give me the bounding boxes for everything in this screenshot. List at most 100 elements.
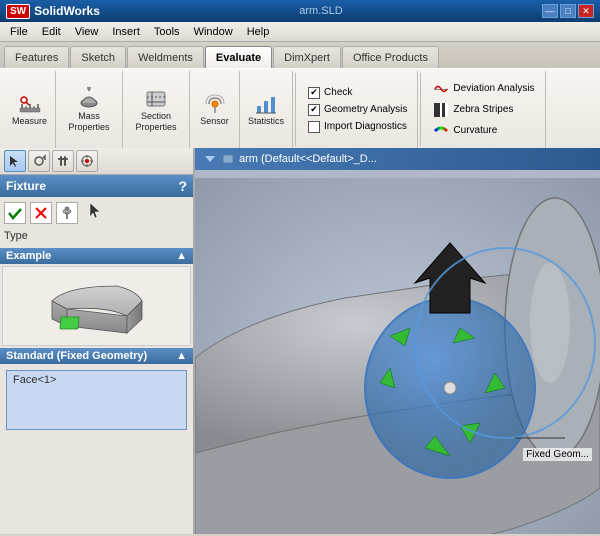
- deviation-label: Deviation Analysis: [453, 83, 534, 94]
- minimize-btn[interactable]: —: [542, 4, 558, 18]
- mass-properties-icon: [77, 87, 101, 111]
- standard-collapse-icon: ▲: [176, 350, 187, 362]
- menu-help[interactable]: Help: [241, 24, 276, 40]
- maximize-btn[interactable]: □: [560, 4, 576, 18]
- mass-properties-button[interactable]: Mass Properties: [60, 85, 118, 135]
- toolbar-strip: [0, 148, 193, 175]
- ribbon-group-sensor: Sensor: [190, 71, 240, 148]
- deviation-icon: [433, 81, 449, 97]
- import-diagnostics-button[interactable]: Import Diagnostics: [304, 119, 411, 135]
- tree-header: arm (Default<<Default>_D...: [195, 148, 600, 170]
- pan-tool[interactable]: [52, 150, 74, 172]
- viewport-svg: [195, 170, 600, 534]
- ribbon-group-buttons-measure: Measure: [8, 73, 51, 146]
- fixture-panel-header: Fixture ?: [0, 175, 193, 197]
- fixture-title: Fixture: [6, 179, 46, 193]
- fixture-help-btn[interactable]: ?: [178, 178, 187, 194]
- menu-file[interactable]: File: [4, 24, 34, 40]
- cancel-button[interactable]: [30, 202, 52, 224]
- import-checkbox: [308, 121, 320, 133]
- deviation-analysis-button[interactable]: Deviation Analysis: [429, 79, 538, 99]
- menu-bar: File Edit View Insert Tools Window Help: [0, 22, 600, 42]
- ok-button[interactable]: [4, 202, 26, 224]
- example-content: [2, 266, 191, 346]
- example-collapse-icon: ▲: [176, 250, 187, 262]
- viewport-3d[interactable]: Fixed Geom...: [195, 170, 600, 534]
- mass-properties-label: Mass Properties: [64, 111, 114, 133]
- cursor-indicator: [86, 201, 106, 224]
- target-tool[interactable]: [76, 150, 98, 172]
- menu-insert[interactable]: Insert: [106, 24, 146, 40]
- geometry-label: Geometry Analysis: [324, 104, 407, 115]
- rotate-tool[interactable]: [28, 150, 50, 172]
- face-item-1[interactable]: Face<1>: [11, 373, 182, 387]
- app-name: SolidWorks: [34, 4, 100, 18]
- tab-office-products[interactable]: Office Products: [342, 46, 439, 68]
- fixture-body: Type: [0, 197, 193, 248]
- type-label: Type: [4, 228, 189, 244]
- menu-view[interactable]: View: [69, 24, 105, 40]
- tree-item-label: arm (Default<<Default>_D...: [239, 153, 377, 165]
- face-list: Face<1>: [6, 370, 187, 430]
- curvature-icon: [433, 123, 449, 139]
- section-properties-icon: [144, 87, 168, 111]
- viewport-area: arm (Default<<Default>_D...: [195, 148, 600, 534]
- title-bar-left: SW SolidWorks: [6, 4, 100, 19]
- check-label: Check: [324, 87, 352, 98]
- measure-label: Measure: [12, 116, 47, 127]
- geometry-analysis-button[interactable]: ✔ Geometry Analysis: [304, 102, 411, 118]
- zebra-label: Zebra Stripes: [453, 104, 513, 115]
- sensor-label: Sensor: [200, 116, 229, 127]
- measure-button[interactable]: Measure: [8, 90, 51, 129]
- example-header[interactable]: Example ▲: [0, 248, 193, 264]
- measure-icon: [18, 92, 42, 116]
- ribbon-content: Measure Mass Properties: [0, 68, 600, 148]
- menu-window[interactable]: Window: [188, 24, 239, 40]
- import-label: Import Diagnostics: [324, 121, 407, 132]
- pin-button[interactable]: [56, 202, 78, 224]
- menu-tools[interactable]: Tools: [148, 24, 186, 40]
- title-filename: arm.SLD: [299, 5, 342, 17]
- ribbon-group-measure: Measure: [4, 71, 56, 148]
- ribbon-tabs: Features Sketch Weldments Evaluate DimXp…: [0, 42, 600, 68]
- part-icon: [221, 152, 235, 166]
- standard-section: Standard (Fixed Geometry) ▲ Face<1>: [0, 348, 193, 436]
- tab-dimxpert[interactable]: DimXpert: [273, 46, 341, 68]
- fixed-geom-label: Fixed Geom...: [523, 448, 592, 461]
- section-properties-button[interactable]: Section Properties: [127, 85, 185, 135]
- ribbon-group-section: Section Properties: [123, 71, 190, 148]
- statistics-button[interactable]: Statistics: [244, 90, 288, 129]
- statistics-label: Statistics: [248, 116, 284, 127]
- ribbon-group-deviation: Deviation Analysis Zebra Stripes: [423, 71, 545, 148]
- separator-1: [295, 73, 296, 146]
- curvature-label: Curvature: [453, 125, 497, 136]
- left-panel: Fixture ?: [0, 148, 195, 534]
- tab-features[interactable]: Features: [4, 46, 69, 68]
- sensor-button[interactable]: Sensor: [195, 90, 235, 129]
- check-checkbox: ✔: [308, 87, 320, 99]
- close-btn[interactable]: ✕: [578, 4, 594, 18]
- sw-logo: SW: [6, 4, 30, 19]
- example-title: Example: [6, 250, 51, 262]
- curvature-button[interactable]: Curvature: [429, 121, 538, 141]
- section-properties-label: Section Properties: [131, 111, 181, 133]
- ribbon-group-check: ✔ Check ✔ Geometry Analysis Import Diagn…: [298, 71, 418, 148]
- menu-edit[interactable]: Edit: [36, 24, 67, 40]
- standard-content: Face<1>: [2, 366, 191, 434]
- pointer-tool[interactable]: [4, 150, 26, 172]
- separator-2: [420, 73, 421, 146]
- tab-weldments[interactable]: Weldments: [127, 46, 204, 68]
- tab-sketch[interactable]: Sketch: [70, 46, 126, 68]
- standard-header[interactable]: Standard (Fixed Geometry) ▲: [0, 348, 193, 364]
- zebra-stripes-button[interactable]: Zebra Stripes: [429, 100, 538, 120]
- ribbon-group-mass: Mass Properties: [56, 71, 123, 148]
- title-bar: SW SolidWorks arm.SLD — □ ✕: [0, 0, 600, 22]
- check-button[interactable]: ✔ Check: [304, 85, 411, 101]
- sensor-icon: [203, 92, 227, 116]
- title-bar-controls[interactable]: — □ ✕: [542, 4, 594, 18]
- ribbon-group-statistics: Statistics: [240, 71, 293, 148]
- tab-evaluate[interactable]: Evaluate: [205, 46, 272, 68]
- standard-title: Standard (Fixed Geometry): [6, 350, 147, 362]
- main-area: Fixture ?: [0, 148, 600, 534]
- example-section: Example ▲: [0, 248, 193, 348]
